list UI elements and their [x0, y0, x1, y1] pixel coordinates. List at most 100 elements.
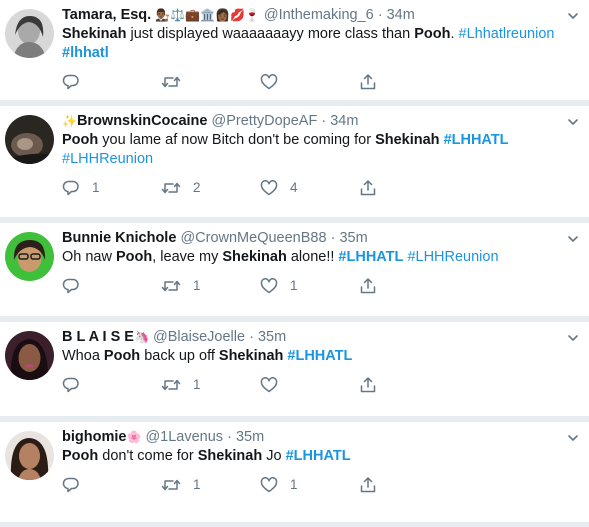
hashtag-link[interactable]: #LHHATL: [444, 132, 509, 148]
tweet-actions: 1 1: [62, 267, 559, 304]
timestamp[interactable]: 35m: [236, 429, 264, 445]
retweet-button[interactable]: 1: [161, 277, 260, 295]
retweet-count: 1: [193, 377, 201, 392]
tweet-header: Tamara, Esq. 👨🏾‍⚖️⚖️💼🏛️👩🏾💋🍷 @Inthemaking…: [62, 6, 559, 25]
chevron-down-icon[interactable]: [566, 331, 580, 345]
keyword-pooh: Pooh: [62, 132, 99, 148]
retweet-button[interactable]: 1: [161, 476, 260, 494]
keyword-shekinah: Shekinah: [62, 26, 127, 42]
chevron-down-icon[interactable]: [566, 9, 580, 23]
like-button[interactable]: 1: [260, 277, 359, 295]
tweet-actions: 1: [62, 366, 559, 403]
reply-button[interactable]: [62, 73, 161, 91]
like-button[interactable]: 4: [260, 179, 359, 197]
tweet-header: bighomie🌸 @1Lavenus · 35m: [62, 428, 559, 447]
share-button[interactable]: [359, 179, 377, 197]
like-count: 4: [290, 180, 298, 195]
tweet-feed: Tamara, Esq. 👨🏾‍⚖️⚖️💼🏛️👩🏾💋🍷 @Inthemaking…: [0, 0, 589, 522]
retweet-icon: [161, 280, 181, 291]
text-part: don't come for: [98, 448, 198, 464]
share-button[interactable]: [359, 376, 377, 394]
retweet-icon: [161, 76, 181, 87]
tweet[interactable]: bighomie🌸 @1Lavenus · 35m Pooh don't com…: [0, 422, 589, 522]
timestamp[interactable]: 34m: [387, 7, 415, 23]
hashtag-link[interactable]: #LHHReunion: [407, 249, 498, 265]
hashtag-link[interactable]: #LHHReunion: [62, 151, 153, 167]
display-name[interactable]: BrownskinCocaine: [77, 113, 208, 129]
like-icon: [260, 376, 278, 392]
reply-button[interactable]: [62, 376, 161, 394]
timestamp[interactable]: 35m: [258, 329, 286, 345]
user-handle[interactable]: @BlaiseJoelle: [153, 329, 245, 345]
retweet-button[interactable]: 1: [161, 376, 260, 394]
timestamp[interactable]: 35m: [339, 230, 367, 246]
like-icon: [260, 476, 278, 492]
like-icon: [260, 277, 278, 293]
like-icon: [260, 73, 278, 89]
separator-dot: ·: [249, 329, 254, 345]
sparkles-icon: ✨: [62, 114, 77, 128]
display-name[interactable]: B L A I S E: [62, 329, 134, 345]
like-count: 1: [290, 477, 298, 492]
separator-dot: ·: [321, 113, 327, 129]
timestamp[interactable]: 34m: [330, 113, 358, 129]
tweet[interactable]: B L A I S E🦄 @BlaiseJoelle · 35m Whoa Po…: [0, 322, 589, 416]
display-name[interactable]: Bunnie Knichole: [62, 230, 176, 246]
separator-dot: ·: [377, 7, 383, 23]
keyword-shekinah: Shekinah: [218, 348, 284, 364]
share-icon: [360, 73, 376, 89]
avatar[interactable]: [5, 9, 54, 58]
chevron-down-icon[interactable]: [566, 232, 580, 246]
tweet-text: Pooh you lame af now Bitch don't be comi…: [62, 131, 559, 169]
avatar[interactable]: [5, 232, 54, 281]
tweet-header: Bunnie Knichole @CrownMeQueenB88 · 35m: [62, 229, 559, 248]
reply-icon: [62, 180, 79, 195]
hashtag-link[interactable]: #LHHATL: [287, 348, 352, 364]
avatar[interactable]: [5, 115, 54, 164]
text-part: alone!!: [286, 249, 339, 265]
share-icon: [360, 476, 376, 492]
share-icon: [360, 179, 376, 195]
tweet-text: Oh naw Pooh, leave my Shekinah alone!! #…: [62, 248, 559, 267]
reply-button[interactable]: 1: [62, 179, 161, 197]
avatar[interactable]: [5, 431, 54, 480]
tweet-text: Whoa Pooh back up off Shekinah #LHHATL: [62, 347, 559, 366]
tweet[interactable]: Tamara, Esq. 👨🏾‍⚖️⚖️💼🏛️👩🏾💋🍷 @Inthemaking…: [0, 0, 589, 100]
display-name[interactable]: Tamara, Esq.: [62, 7, 151, 23]
separator-dot: ·: [227, 429, 232, 445]
user-handle[interactable]: @1Lavenus: [145, 429, 223, 445]
user-handle[interactable]: @PrettyDopeAF: [212, 113, 318, 129]
text-part: Oh naw: [62, 249, 116, 265]
display-name[interactable]: bighomie: [62, 429, 126, 445]
like-button[interactable]: [260, 376, 359, 394]
user-handle[interactable]: @Inthemaking_6: [264, 7, 374, 23]
like-button[interactable]: 1: [260, 476, 359, 494]
tweet[interactable]: ✨BrownskinCocaine @PrettyDopeAF · 34m Po…: [0, 106, 589, 217]
text-part: .: [450, 26, 459, 42]
retweet-icon: [161, 182, 181, 193]
share-button[interactable]: [359, 277, 377, 295]
reply-icon: [62, 74, 79, 89]
hashtag-link[interactable]: #Lhhatlreunion: [459, 26, 555, 42]
keyword-pooh: Pooh: [414, 26, 451, 42]
chevron-down-icon[interactable]: [566, 115, 580, 129]
share-button[interactable]: [359, 476, 377, 494]
hashtag-link[interactable]: #LHHATL: [338, 249, 403, 265]
share-button[interactable]: [359, 73, 377, 91]
avatar[interactable]: [5, 331, 54, 380]
reply-button[interactable]: [62, 277, 161, 295]
hashtag-link[interactable]: #lhhatl: [62, 45, 109, 61]
tweet[interactable]: Bunnie Knichole @CrownMeQueenB88 · 35m O…: [0, 223, 589, 316]
reply-icon: [62, 278, 79, 293]
like-count: 1: [290, 278, 298, 293]
hashtag-link[interactable]: #LHHATL: [286, 448, 351, 464]
reply-button[interactable]: [62, 476, 161, 494]
like-icon: [260, 179, 278, 195]
like-button[interactable]: [260, 73, 359, 91]
retweet-button[interactable]: 2: [161, 179, 260, 197]
separator-dot: ·: [330, 230, 336, 246]
chevron-down-icon[interactable]: [566, 431, 580, 445]
user-handle[interactable]: @CrownMeQueenB88: [180, 230, 326, 246]
tweet-actions: [62, 63, 559, 100]
retweet-button[interactable]: [161, 73, 260, 91]
